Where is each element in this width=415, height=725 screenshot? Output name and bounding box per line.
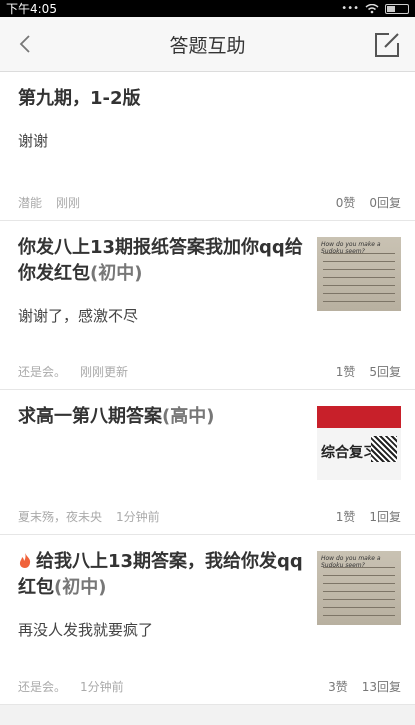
post-thumbnail[interactable]: 综合复习 — [317, 406, 401, 480]
post-likes: 1赞 — [335, 510, 356, 524]
post-time: 1分钟前 — [80, 680, 124, 694]
post-item[interactable]: 第九期，1-2版 谢谢 潜能 刚刚 0赞 0回复 — [0, 72, 415, 221]
post-category-tag: (初中) — [90, 263, 143, 284]
post-replies: 0回复 — [369, 196, 401, 210]
edit-icon — [375, 33, 399, 57]
compose-button[interactable] — [373, 31, 401, 59]
post-feed: 第九期，1-2版 谢谢 潜能 刚刚 0赞 0回复 你发八上13期报纸答案我加你qq给… — [0, 72, 415, 705]
signal-dots-icon: ••• — [341, 3, 359, 14]
post-likes: 3赞 — [328, 680, 348, 694]
post-body: 谢谢了，感激不尽 — [18, 307, 139, 325]
thumbnail-text: 综合复习 — [321, 445, 377, 461]
post-author[interactable]: 还是会。 — [18, 680, 66, 694]
wifi-icon — [365, 3, 379, 13]
post-category-tag: (初中) — [54, 577, 107, 598]
qr-code-icon — [371, 436, 397, 462]
post-item[interactable]: 求高一第八期答案(高中) 综合复习 夏末殇，夜未央 1分钟前 1赞 1回复 — [0, 390, 415, 535]
post-thumbnail[interactable]: How do you make a Sudoku seem? — [317, 551, 401, 625]
post-author[interactable]: 夏末殇，夜未央 — [18, 510, 102, 524]
post-likes: 0赞 — [335, 196, 356, 210]
post-meta: 潜能 刚刚 0赞 0回复 — [18, 194, 401, 211]
post-replies: 5回复 — [369, 365, 401, 379]
hot-fire-icon — [19, 553, 31, 568]
chevron-left-icon — [19, 35, 30, 53]
post-author[interactable]: 还是会。 — [18, 365, 66, 379]
post-replies: 1回复 — [369, 510, 401, 524]
post-title: 第九期，1-2版 — [18, 86, 401, 112]
status-time: 下午4:05 — [6, 2, 57, 16]
back-button[interactable] — [12, 31, 38, 57]
app-header: 答题互助 — [0, 17, 415, 72]
post-replies: 13回复 — [361, 680, 401, 694]
post-title-text: 第九期，1-2版 — [18, 88, 141, 109]
post-author[interactable]: 潜能 — [18, 196, 42, 210]
post-title: 你发八上13期报纸答案我加你qq给你发红包(初中) — [18, 235, 311, 287]
status-icons: ••• — [341, 3, 409, 14]
post-time: 刚刚更新 — [80, 365, 129, 379]
post-meta: 还是会。 1分钟前 3赞 13回复 — [18, 678, 401, 695]
post-time: 1分钟前 — [116, 510, 160, 524]
post-likes: 1赞 — [335, 365, 356, 379]
status-bar: 下午4:05 ••• — [0, 0, 415, 17]
post-item[interactable]: 你发八上13期报纸答案我加你qq给你发红包(初中) 谢谢了，感激不尽 How d… — [0, 221, 415, 390]
page-title: 答题互助 — [169, 34, 246, 57]
battery-icon — [385, 3, 409, 14]
post-meta: 还是会。 刚刚更新 1赞 5回复 — [18, 363, 401, 380]
post-category-tag: (高中) — [162, 406, 215, 427]
post-meta: 夏末殇，夜未央 1分钟前 1赞 1回复 — [18, 508, 401, 525]
post-title-text: 你发八上13期报纸答案我加你qq给你发红包 — [18, 237, 303, 284]
post-title-text: 求高一第八期答案 — [18, 406, 162, 427]
post-item[interactable]: 给我八上13期答案，我给你发qq红包(初中) 再没人发我就要疯了 How do … — [0, 535, 415, 705]
post-body: 再没人发我就要疯了 — [18, 621, 154, 639]
post-time: 刚刚 — [56, 196, 81, 210]
post-body: 谢谢 — [18, 132, 49, 150]
post-title: 给我八上13期答案，我给你发qq红包(初中) — [18, 549, 311, 601]
post-title: 求高一第八期答案(高中) — [18, 404, 311, 430]
post-thumbnail[interactable]: How do you make a Sudoku seem? — [317, 237, 401, 311]
